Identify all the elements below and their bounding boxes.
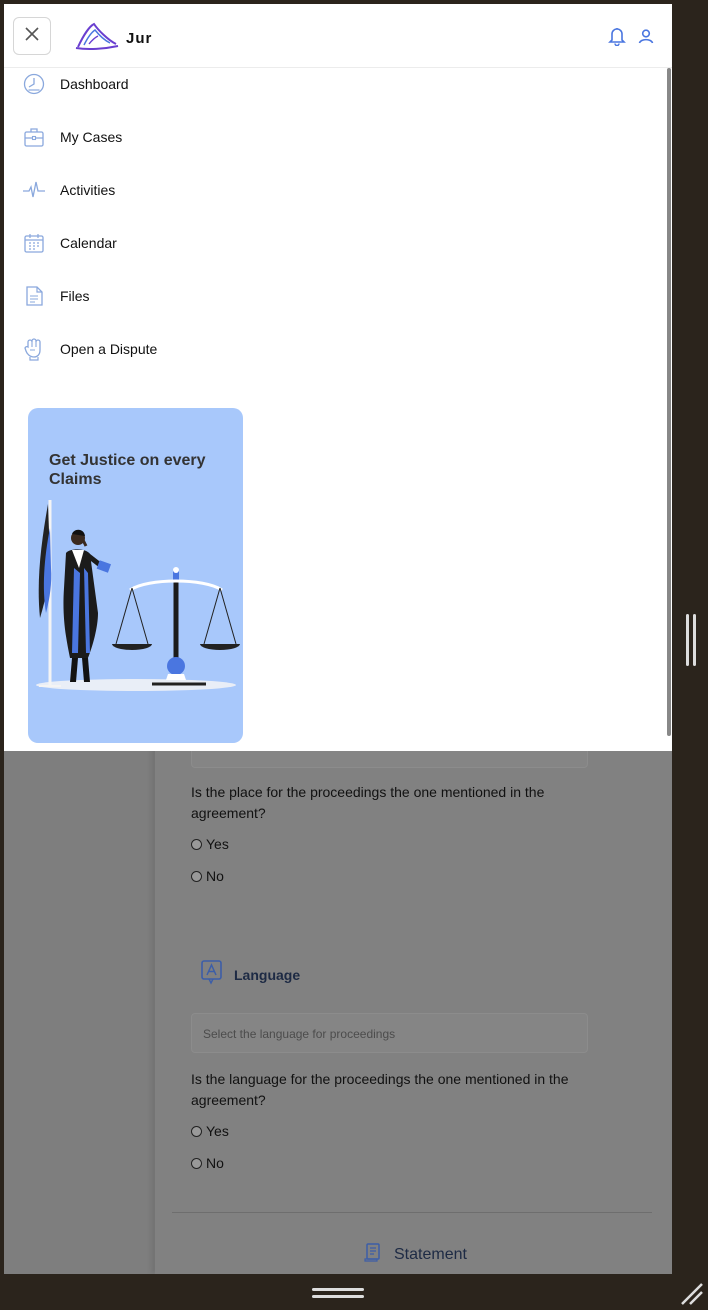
file-icon: [22, 284, 46, 308]
language-no-radio[interactable]: No: [191, 1155, 224, 1171]
language-select[interactable]: Select the language for proceedings: [191, 1013, 588, 1053]
menu-label-files: Files: [60, 288, 90, 304]
bottom-drag-handle[interactable]: [312, 1288, 364, 1302]
radio-circle[interactable]: [191, 838, 202, 850]
dashboard-icon: [22, 72, 46, 96]
radio-circle[interactable]: [191, 870, 202, 882]
language-section-header: Language: [200, 959, 300, 990]
window-resize-grip[interactable]: [678, 1280, 704, 1310]
drawer-scrollbar[interactable]: [667, 68, 671, 736]
menu-item-calendar[interactable]: Calendar: [22, 230, 117, 256]
fist-icon: [22, 337, 46, 361]
menu-label-calendar: Calendar: [60, 235, 117, 251]
language-yes-radio[interactable]: Yes: [191, 1123, 229, 1139]
radio-circle[interactable]: [191, 1125, 202, 1137]
logo[interactable]: Jur: [74, 20, 152, 57]
radio-circle[interactable]: [191, 1157, 202, 1169]
close-icon: [24, 26, 40, 47]
handle-bar: [312, 1295, 364, 1298]
promo-card: Get Justice on every Claims: [28, 408, 243, 743]
menu-item-activities[interactable]: Activities: [22, 177, 115, 203]
statement-tab[interactable]: Statement: [364, 1242, 467, 1267]
resize-grip-icon: [678, 1283, 704, 1310]
statement-label: Statement: [394, 1245, 467, 1263]
close-menu-button[interactable]: [13, 17, 51, 55]
place-no-radio[interactable]: No: [191, 868, 224, 884]
bell-icon: [608, 28, 626, 50]
language-yes-label: Yes: [206, 1123, 229, 1139]
calendar-icon: [22, 231, 46, 255]
menu-label-my-cases: My Cases: [60, 129, 123, 145]
menu-item-open-dispute[interactable]: Open a Dispute: [22, 336, 157, 362]
handle-bar: [312, 1288, 364, 1291]
activity-icon: [22, 178, 46, 202]
menu-item-dashboard[interactable]: Dashboard: [22, 71, 129, 97]
place-yes-label: Yes: [206, 836, 229, 852]
place-question: Is the place for the proceedings the one…: [191, 784, 545, 821]
menu-item-my-cases[interactable]: My Cases: [22, 124, 122, 150]
profile-button[interactable]: [638, 28, 654, 49]
language-question: Is the language for the proceedings the …: [191, 1071, 569, 1108]
menu-label-open-dispute: Open a Dispute: [60, 341, 158, 357]
menu-label-activities: Activities: [60, 182, 116, 198]
user-icon: [638, 29, 654, 48]
language-no-label: No: [206, 1155, 224, 1171]
language-icon: [200, 959, 224, 990]
menu-label-dashboard: Dashboard: [60, 76, 129, 92]
language-title: Language: [234, 966, 301, 983]
handle-bar: [686, 614, 689, 666]
place-no-label: No: [206, 868, 224, 884]
section-divider: [172, 1212, 652, 1213]
split-resize-handle[interactable]: [686, 614, 698, 666]
handle-bar: [693, 614, 696, 666]
place-yes-radio[interactable]: Yes: [191, 836, 229, 852]
navigation-drawer: Dashboard My Cases Activities Calendar F…: [4, 68, 672, 751]
briefcase-icon: [22, 125, 46, 149]
notifications-button[interactable]: [608, 26, 626, 51]
language-placeholder: Select the language for proceedings: [203, 1027, 396, 1041]
top-bar: Jur: [4, 4, 672, 68]
statement-icon: [364, 1242, 382, 1267]
logo-text: Jur: [126, 30, 153, 47]
menu-item-files[interactable]: Files: [22, 283, 90, 309]
logo-icon: [74, 20, 120, 57]
